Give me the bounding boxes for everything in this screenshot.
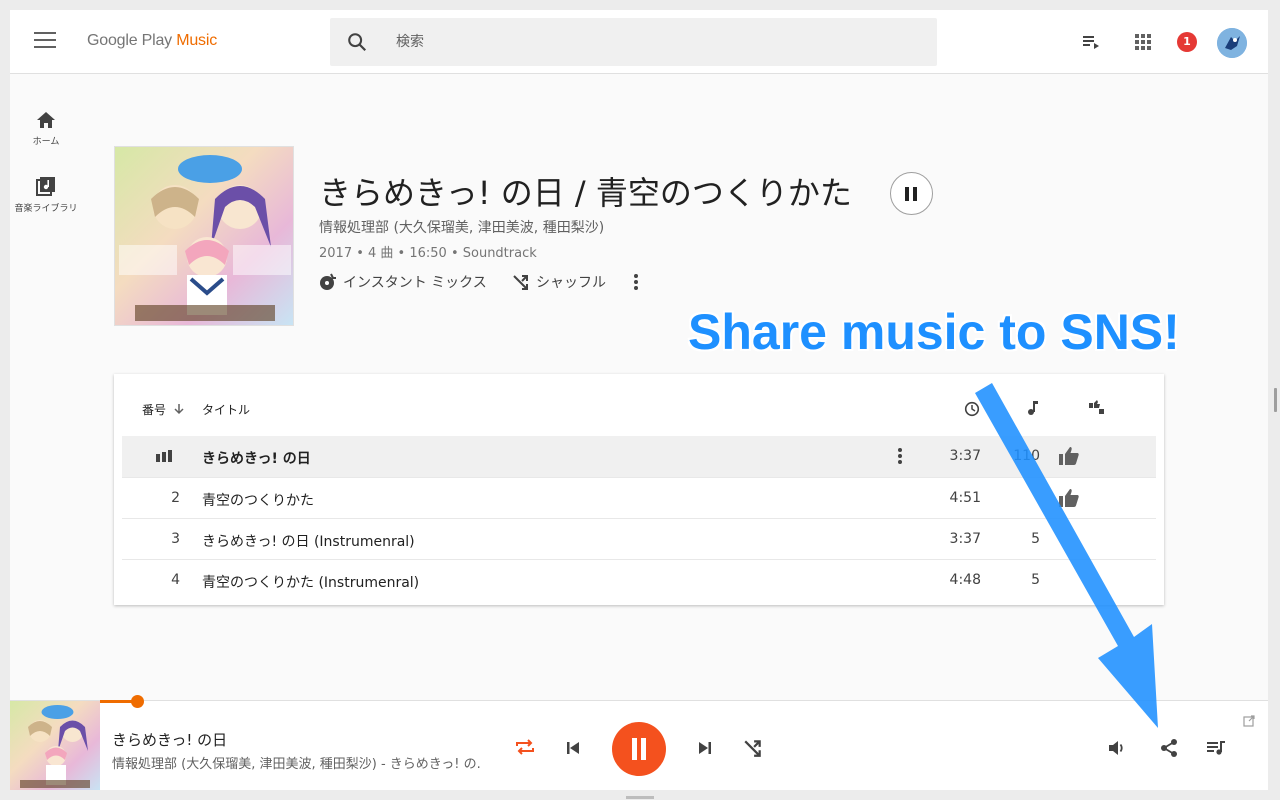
instant-mix-label: インスタント ミックス [343, 275, 487, 291]
menu-icon[interactable] [34, 32, 56, 52]
album-cover[interactable] [114, 146, 294, 326]
album-pause-button[interactable] [890, 172, 933, 215]
now-playing-title[interactable]: きらめきっ! の日 [112, 729, 227, 750]
music-note-icon[interactable] [1026, 400, 1040, 416]
logo-google-play: Google Play [87, 32, 172, 49]
equalizer-icon [156, 450, 172, 462]
row-more-vert-icon[interactable] [896, 447, 904, 465]
track-plays: 5 [1031, 531, 1040, 547]
instant-mix-icon [320, 273, 336, 290]
track-duration: 3:37 [949, 448, 981, 464]
open-mini-player-icon[interactable] [1243, 715, 1255, 727]
search-input[interactable] [396, 30, 916, 54]
track-duration: 4:48 [949, 572, 981, 588]
avatar[interactable] [1217, 28, 1247, 58]
player-bar: きらめきっ! の日 情報処理部 (大久保瑠美, 津田美波, 種田梨沙) - きら… [10, 700, 1268, 790]
track-number: 3 [171, 531, 180, 547]
apps-grid-icon[interactable] [1133, 32, 1153, 52]
album-title: きらめきっ! の日 / 青空のつくりかた [319, 174, 852, 212]
album-artist[interactable]: 情報処理部 (大久保瑠美, 津田美波, 種田梨沙) [319, 217, 604, 237]
column-header-title[interactable]: タイトル [202, 401, 250, 418]
track-number: 4 [171, 572, 180, 588]
clock-icon[interactable] [964, 401, 980, 417]
sidebar-item-home[interactable]: ホーム [10, 110, 82, 148]
thumbs-up-down-icon[interactable] [1088, 400, 1106, 416]
album-meta: 2017 • 4 曲 • 16:50 • Soundtrack [319, 246, 537, 261]
logo-music: Music [176, 32, 218, 49]
instant-mix-button[interactable]: インスタント ミックス [319, 272, 487, 292]
app-window: Google Play Music 1 ホーム 音楽ライブラリ [10, 10, 1268, 790]
column-header-number[interactable]: 番号 [142, 401, 184, 418]
column-number-label: 番号 [142, 403, 167, 417]
track-plays: 110 [1013, 448, 1040, 464]
search-icon[interactable] [346, 31, 368, 53]
table-row[interactable]: 3 きらめきっ! の日 (Instrumenral) 3:37 5 [122, 518, 1156, 559]
track-title: 青空のつくりかた [202, 493, 314, 509]
table-row[interactable]: きらめきっ! の日 3:37 110 [122, 436, 1156, 477]
skip-previous-icon[interactable] [565, 740, 581, 756]
repeat-icon[interactable] [514, 737, 536, 757]
share-callout-text: Share music to SNS! [688, 304, 1180, 360]
table-row[interactable]: 4 青空のつくりかた (Instrumenral) 4:48 5 [122, 559, 1156, 600]
thumbs-up-icon[interactable] [1058, 488, 1080, 508]
table-row[interactable]: 2 青空のつくりかた 4:51 [122, 477, 1156, 518]
music-library-icon [36, 177, 55, 196]
sidebar-item-label: 音楽ライブラリ [14, 204, 78, 214]
track-title: 青空のつくりかた (Instrumenral) [202, 575, 420, 591]
progress-knob[interactable] [131, 695, 144, 708]
track-duration: 3:37 [949, 531, 981, 547]
top-bar: Google Play Music 1 [10, 10, 1268, 74]
now-playing-cover[interactable] [10, 701, 100, 790]
track-title: きらめきっ! の日 [202, 451, 311, 467]
scrollbar-handle[interactable] [1274, 388, 1277, 412]
volume-icon[interactable] [1108, 739, 1126, 757]
more-vert-icon[interactable] [632, 273, 640, 291]
shuffle-label: シャッフル [536, 275, 606, 291]
track-table: 番号 タイトル きらめきっ! の日 3:37 110 2 青空のつくりかた 4:… [114, 374, 1164, 605]
app-logo[interactable]: Google Play Music [87, 32, 217, 50]
share-icon[interactable] [1159, 738, 1179, 758]
notification-badge[interactable]: 1 [1177, 32, 1197, 52]
bottom-drag-handle[interactable] [626, 796, 654, 799]
sidebar-item-label: ホーム [32, 137, 60, 147]
shuffle-icon [513, 275, 528, 290]
search-box [330, 18, 937, 66]
track-number: 2 [171, 490, 180, 506]
track-duration: 4:51 [949, 490, 981, 506]
track-title: きらめきっ! の日 (Instrumenral) [202, 534, 415, 550]
home-icon [37, 112, 55, 128]
track-plays: 5 [1031, 572, 1040, 588]
thumbs-up-icon[interactable] [1058, 446, 1080, 466]
queue-icon[interactable] [1081, 32, 1101, 52]
now-playing-subtitle[interactable]: 情報処理部 (大久保瑠美, 津田美波, 種田梨沙) - きらめきっ! の... [112, 753, 482, 772]
sidebar-item-music-library[interactable]: 音楽ライブラリ [10, 175, 82, 215]
play-pause-button[interactable] [612, 722, 666, 776]
shuffle-icon[interactable] [743, 738, 763, 758]
sort-arrow-down-icon [174, 404, 184, 415]
skip-next-icon[interactable] [697, 740, 713, 756]
playlist-queue-icon[interactable] [1206, 739, 1226, 757]
shuffle-button[interactable]: シャッフル [512, 272, 606, 292]
